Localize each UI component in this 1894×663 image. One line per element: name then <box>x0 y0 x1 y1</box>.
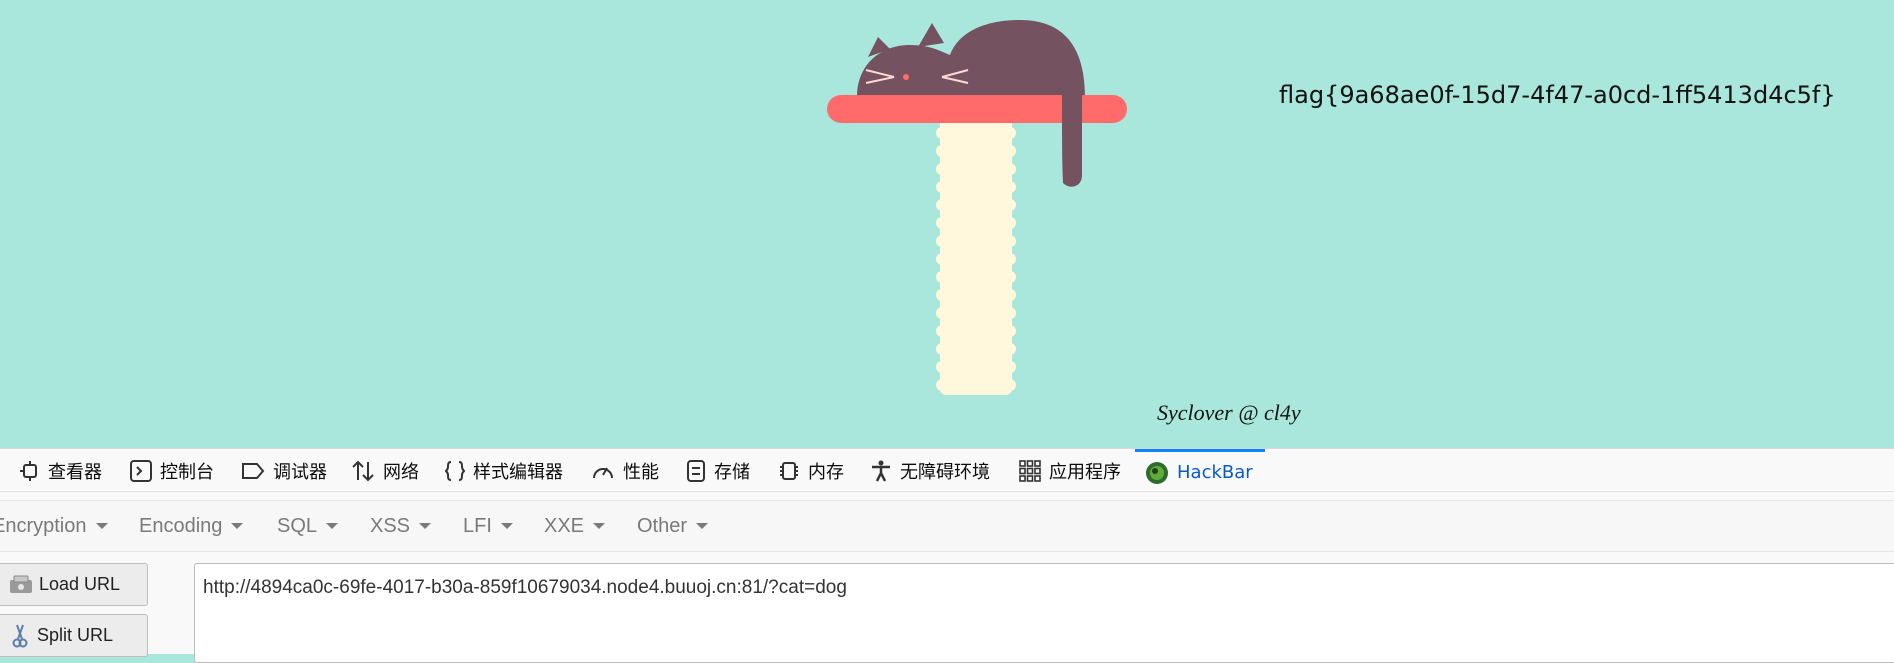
tab-label: HackBar <box>1177 462 1253 483</box>
tab-application[interactable]: 应用程序 <box>1019 449 1121 493</box>
tab-debugger[interactable]: 调试器 <box>241 449 327 493</box>
load-url-button[interactable]: Load URL <box>0 563 148 606</box>
tab-hackbar[interactable]: HackBar <box>1135 449 1265 493</box>
cat-tail <box>1062 95 1082 187</box>
menu-encryption[interactable]: Encryption <box>0 501 108 551</box>
tab-memory[interactable]: 内存 <box>778 449 844 493</box>
hackbar-icon <box>1146 461 1168 484</box>
author-signature: Syclover @ cl4y <box>1157 400 1301 425</box>
style-editor-icon <box>445 461 465 481</box>
web-page-content: flag{9a68ae0f-15d7-4f47-a0cd-1ff5413d4c5… <box>0 0 1894 448</box>
chevron-down-icon <box>95 523 108 529</box>
tab-label: 控制台 <box>160 462 214 483</box>
memory-icon <box>780 462 798 480</box>
menu-xxe[interactable]: XXE <box>544 501 606 551</box>
devtools-tabbar: 查看器 控制台 调试器 网络 样式编辑器 性能 存储 内存 无障碍环境 应用程序… <box>0 448 1894 492</box>
tab-storage[interactable]: 存储 <box>686 449 750 493</box>
tab-label: 调试器 <box>273 462 327 483</box>
load-icon <box>10 575 32 593</box>
menu-xss[interactable]: XSS <box>370 501 432 551</box>
tab-performance[interactable]: 性能 <box>591 449 659 493</box>
storage-icon <box>687 460 705 482</box>
tab-label: 应用程序 <box>1049 462 1121 483</box>
chevron-down-icon <box>326 523 339 529</box>
devtools-panel: 查看器 控制台 调试器 网络 样式编辑器 性能 存储 内存 无障碍环境 应用程序… <box>0 448 1894 663</box>
scissors-icon <box>12 624 28 647</box>
performance-icon <box>593 467 613 479</box>
tab-label: 查看器 <box>48 462 102 483</box>
flag-text: flag{9a68ae0f-15d7-4f47-a0cd-1ff5413d4c5… <box>1279 81 1836 109</box>
application-icon <box>1019 460 1041 482</box>
tab-console[interactable]: 控制台 <box>130 449 214 493</box>
cat-on-scratching-post-illustration <box>827 20 1127 395</box>
tab-network[interactable]: 网络 <box>351 449 419 493</box>
tab-label: 内存 <box>808 462 844 483</box>
network-icon <box>352 460 374 482</box>
debugger-icon <box>242 463 265 479</box>
tab-accessibility[interactable]: 无障碍环境 <box>870 449 990 493</box>
scratching-post <box>936 117 1016 395</box>
sleeping-cat <box>857 20 1085 97</box>
tab-label: 网络 <box>383 462 419 483</box>
chevron-down-icon <box>593 523 606 529</box>
split-url-button[interactable]: Split URL <box>0 614 148 657</box>
chevron-down-icon <box>696 523 709 529</box>
tab-style-editor[interactable]: 样式编辑器 <box>445 449 563 493</box>
chevron-down-icon <box>419 523 432 529</box>
tab-inspector[interactable]: 查看器 <box>20 449 102 493</box>
tab-label: 存储 <box>714 462 750 483</box>
tab-label: 无障碍环境 <box>900 462 990 483</box>
accessibility-icon <box>872 460 890 482</box>
console-icon <box>130 460 152 482</box>
chevron-down-icon <box>500 523 513 529</box>
menu-lfi[interactable]: LFI <box>463 501 513 551</box>
url-textarea[interactable]: http://4894ca0c-69fe-4017-b30a-859f10679… <box>194 563 1894 663</box>
tab-label: 样式编辑器 <box>473 462 563 483</box>
tab-label: 性能 <box>623 462 659 483</box>
menu-sql[interactable]: SQL <box>277 501 339 551</box>
chevron-down-icon <box>231 523 244 529</box>
hackbar-menubar: Encryption Encoding SQL XSS LFI XXE Othe… <box>0 500 1894 552</box>
menu-encoding[interactable]: Encoding <box>139 501 244 551</box>
inspector-icon <box>20 461 37 481</box>
url-value: http://4894ca0c-69fe-4017-b30a-859f10679… <box>203 577 847 598</box>
menu-other[interactable]: Other <box>637 501 709 551</box>
